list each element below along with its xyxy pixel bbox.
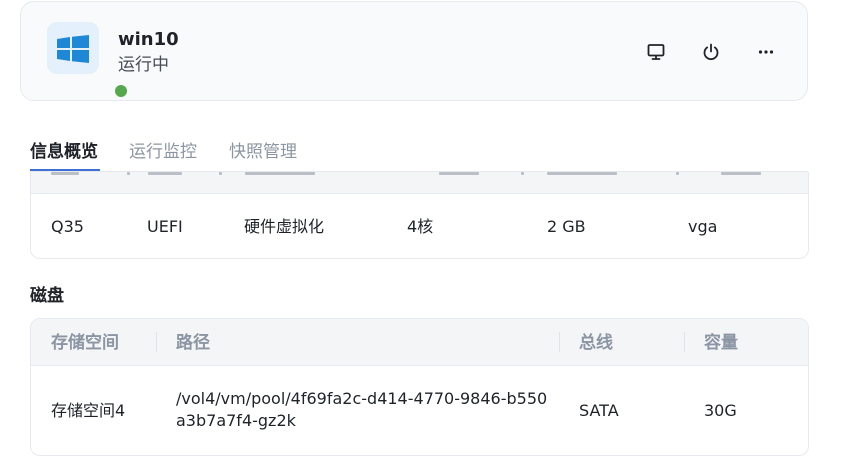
disk-bus-cell: SATA bbox=[579, 401, 619, 420]
spec-firmware: UEFI bbox=[147, 217, 183, 236]
console-button[interactable] bbox=[643, 39, 669, 65]
vm-name: win10 bbox=[118, 29, 179, 50]
power-button[interactable] bbox=[698, 39, 724, 65]
spec-memory: 2 GB bbox=[547, 217, 586, 236]
spec-table-header bbox=[31, 172, 808, 194]
tab-overview[interactable]: 信息概览 bbox=[30, 139, 98, 165]
spec-table[interactable]: Q35 UEFI 硬件虚拟化 4核 2 GB vga bbox=[30, 172, 809, 259]
column-divider[interactable] bbox=[559, 332, 560, 352]
running-status-dot bbox=[113, 83, 129, 99]
os-tile bbox=[47, 22, 129, 99]
spec-chipset: Q35 bbox=[51, 217, 84, 236]
column-header-capacity: 容量 bbox=[704, 333, 738, 353]
vm-header-card: win10 运行中 bbox=[20, 1, 808, 101]
spec-display: vga bbox=[688, 217, 718, 236]
column-divider[interactable] bbox=[684, 332, 685, 352]
windows-logo-icon bbox=[57, 35, 89, 63]
monitor-icon bbox=[647, 44, 665, 60]
disk-table: 存储空间 路径 总线 容量 存储空间4 /vol4/vm/pool/4f69fa… bbox=[30, 318, 809, 456]
disk-path-cell: /vol4/vm/pool/4f69fa2c-d414-4770-9846-b5… bbox=[176, 389, 548, 430]
tab-snapshots[interactable]: 快照管理 bbox=[229, 139, 297, 165]
column-divider[interactable] bbox=[156, 332, 157, 352]
vm-status: 运行中 bbox=[118, 55, 169, 75]
disk-storage-cell: 存储空间4 bbox=[51, 401, 126, 420]
more-icon bbox=[758, 50, 774, 54]
disk-table-header: 存储空间 路径 总线 容量 bbox=[31, 319, 808, 366]
spec-virtualization: 硬件虚拟化 bbox=[244, 217, 325, 236]
disk-capacity-cell: 30G bbox=[704, 401, 737, 420]
column-header-storage: 存储空间 bbox=[51, 333, 119, 353]
column-header-bus: 总线 bbox=[579, 333, 613, 353]
spec-cpu: 4核 bbox=[407, 217, 434, 236]
tab-monitoring[interactable]: 运行监控 bbox=[129, 139, 197, 165]
power-icon bbox=[703, 43, 719, 61]
more-button[interactable] bbox=[753, 39, 779, 65]
vm-detail-page: win10 运行中 信息概览 运行监控 快照管理 Q35 UEFI 硬件虚拟化 … bbox=[0, 0, 845, 463]
disk-section-title: 磁盘 bbox=[30, 286, 64, 306]
column-header-path: 路径 bbox=[176, 333, 210, 353]
